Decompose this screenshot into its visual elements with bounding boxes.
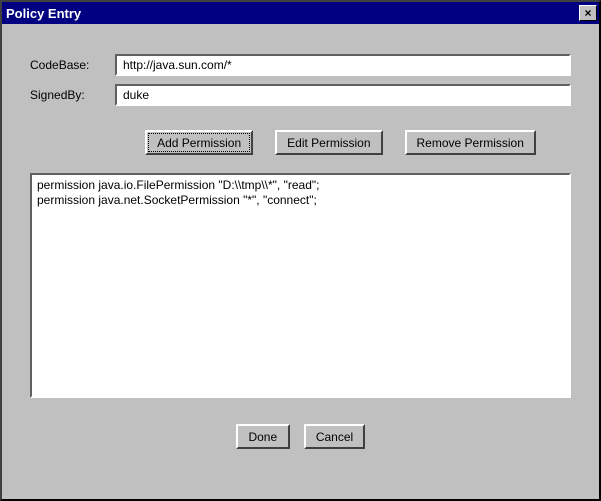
codebase-label: CodeBase: [30, 58, 115, 72]
permission-button-row: Add Permission Edit Permission Remove Pe… [30, 130, 571, 155]
content-area: CodeBase: SignedBy: Add Permission Edit … [2, 24, 599, 459]
close-button[interactable]: × [579, 5, 597, 21]
signedby-input[interactable] [115, 84, 571, 106]
signedby-row: SignedBy: [30, 84, 571, 106]
titlebar: Policy Entry × [2, 2, 599, 24]
codebase-input[interactable] [115, 54, 571, 76]
permissions-list[interactable]: permission java.io.FilePermission "D:\\t… [30, 173, 571, 398]
dialog-button-row: Done Cancel [30, 424, 571, 449]
cancel-button[interactable]: Cancel [304, 424, 365, 449]
remove-permission-button[interactable]: Remove Permission [405, 130, 536, 155]
list-item[interactable]: permission java.net.SocketPermission "*"… [37, 193, 564, 208]
add-permission-button[interactable]: Add Permission [145, 130, 253, 155]
window-title: Policy Entry [6, 6, 81, 21]
policy-entry-window: Policy Entry × CodeBase: SignedBy: Add P… [0, 0, 601, 501]
list-item[interactable]: permission java.io.FilePermission "D:\\t… [37, 178, 564, 193]
signedby-label: SignedBy: [30, 88, 115, 102]
codebase-row: CodeBase: [30, 54, 571, 76]
edit-permission-button[interactable]: Edit Permission [275, 130, 382, 155]
done-button[interactable]: Done [236, 424, 290, 449]
close-icon: × [584, 6, 591, 20]
